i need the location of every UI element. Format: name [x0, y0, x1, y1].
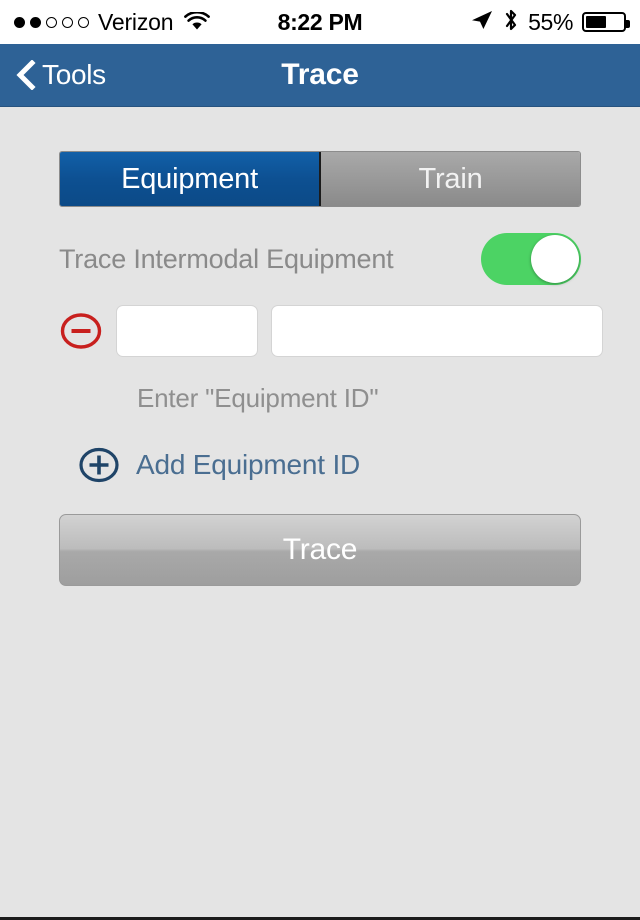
app-screen: Verizon 8:22 PM 55% Tools Trace Equipmen…	[0, 0, 640, 920]
toggle-knob	[531, 235, 579, 283]
circle-plus-icon	[78, 444, 120, 486]
location-arrow-icon	[470, 9, 494, 36]
add-equipment-id-button[interactable]: Add Equipment ID	[78, 444, 581, 486]
status-bar: Verizon 8:22 PM 55%	[0, 0, 640, 44]
intermodal-toggle-row: Trace Intermodal Equipment	[59, 233, 581, 285]
tab-train[interactable]: Train	[321, 152, 580, 206]
bluetooth-icon	[503, 8, 519, 37]
equipment-prefix-input[interactable]	[116, 305, 258, 357]
intermodal-toggle-switch[interactable]	[481, 233, 581, 285]
back-button[interactable]: Tools	[0, 59, 116, 91]
trace-submit-button[interactable]: Trace	[59, 514, 581, 586]
main-content: Equipment Train Trace Intermodal Equipme…	[0, 151, 640, 586]
chevron-left-icon	[16, 59, 36, 91]
equipment-number-input[interactable]	[271, 305, 603, 357]
intermodal-toggle-label: Trace Intermodal Equipment	[59, 243, 394, 274]
equipment-id-row	[59, 305, 603, 357]
add-equipment-id-label: Add Equipment ID	[136, 449, 361, 480]
equipment-id-hint: Enter "Equipment ID"	[137, 383, 379, 413]
back-button-label: Tools	[42, 59, 106, 90]
navigation-bar: Tools Trace	[0, 44, 640, 107]
tab-equipment[interactable]: Equipment	[60, 152, 321, 206]
circle-minus-icon[interactable]	[59, 309, 103, 353]
battery-icon	[582, 12, 630, 32]
battery-percent-label: 55%	[528, 8, 573, 35]
status-bar-right: 55%	[470, 8, 630, 37]
mode-segmented-control[interactable]: Equipment Train	[59, 151, 581, 207]
